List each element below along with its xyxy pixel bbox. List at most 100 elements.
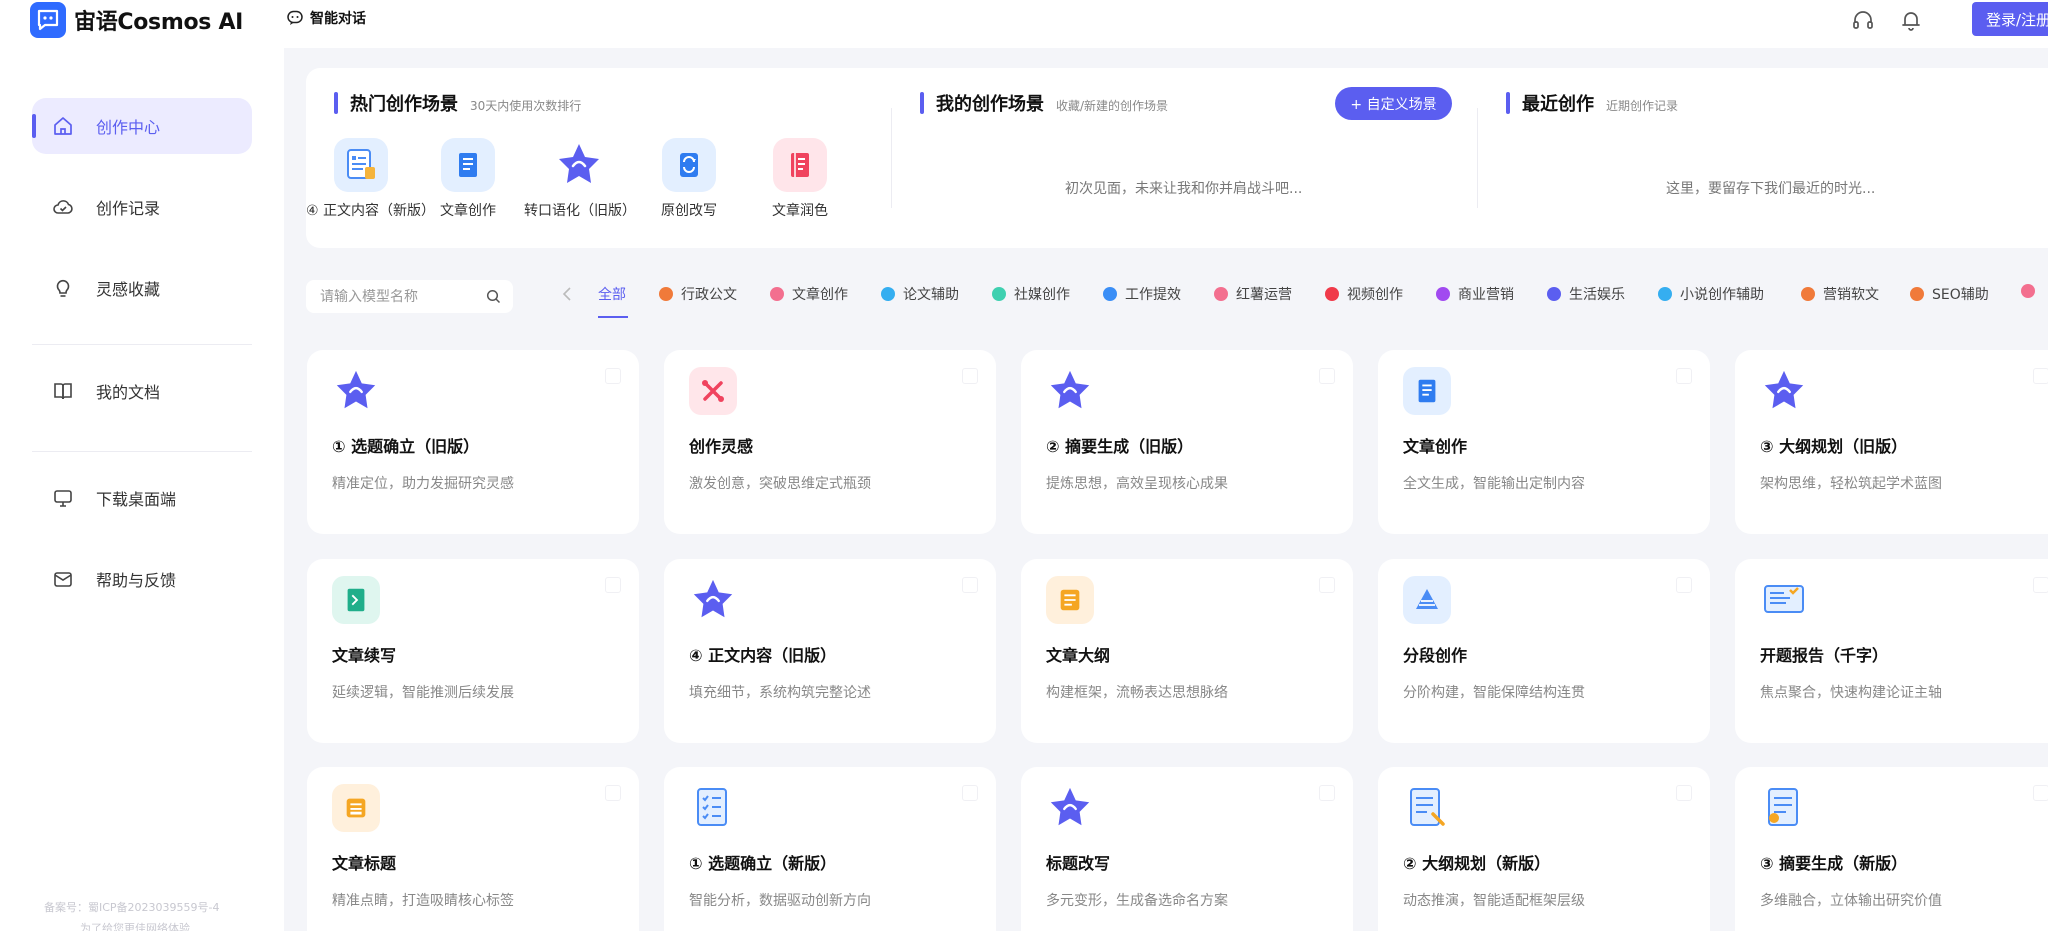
chevron-left-icon[interactable] bbox=[560, 286, 574, 302]
my-scenes-title: 我的创作场景 bbox=[936, 94, 1044, 115]
category-tab[interactable]: 商业营销 bbox=[1436, 284, 1514, 304]
red-book-icon bbox=[773, 138, 827, 192]
star-icon bbox=[1760, 367, 1808, 415]
sidebar-item-creation-records[interactable]: 创作记录 bbox=[32, 179, 252, 235]
card-title: ② 大纲规划（新版） bbox=[1403, 854, 1551, 873]
hot-scene-label: 文章创作 bbox=[440, 203, 496, 219]
card-title: ① 选题确立（新版） bbox=[689, 854, 837, 873]
hot-scene-item[interactable]: 文章创作 bbox=[413, 138, 523, 220]
category-tab[interactable]: SEO辅助 bbox=[1910, 284, 1989, 304]
scene-card[interactable]: ① 选题确立（新版） 智能分析，数据驱动创新方向 bbox=[664, 767, 996, 931]
card-title: 文章大纲 bbox=[1046, 646, 1111, 665]
scene-card[interactable]: ③ 大纲规划（旧版） 架构思维，轻松筑起学术蓝图 bbox=[1735, 350, 2048, 534]
hot-scene-label: 原创改写 bbox=[661, 203, 717, 219]
search-icon[interactable] bbox=[486, 289, 501, 304]
scene-card[interactable]: ③ 摘要生成（新版） 多维融合，立体输出研究价值 bbox=[1735, 767, 2048, 931]
card-title: 分段创作 bbox=[1403, 646, 1468, 665]
model-search[interactable] bbox=[306, 280, 513, 313]
scene-card[interactable]: 文章大纲 构建框架，流畅表达思想脉络 bbox=[1021, 559, 1353, 743]
book-icon bbox=[1403, 367, 1451, 415]
scene-card[interactable]: ① 选题确立（旧版） 精准定位，助力发掘研究灵感 bbox=[307, 350, 639, 534]
home-icon bbox=[54, 117, 72, 135]
book-icon bbox=[441, 138, 495, 192]
card-desc: 延续逻辑，智能推测后续发展 bbox=[332, 685, 514, 701]
category-tab[interactable]: 行政公文 bbox=[659, 284, 737, 304]
category-tab[interactable]: 小说创作辅助 bbox=[1658, 284, 1764, 304]
recent-subtitle: 近期创作记录 bbox=[1606, 99, 1679, 113]
scene-overview-panel: 热门创作场景 30天内使用次数排行 ④ 正文内容（新版） 文章创作 转口语化（旧… bbox=[306, 68, 2048, 248]
star-icon bbox=[689, 576, 737, 624]
sidebar-divider bbox=[32, 344, 252, 345]
scene-card[interactable]: ④ 正文内容（旧版） 填充细节，系统构筑完整论述 bbox=[664, 559, 996, 743]
card-desc: 多元变形，生成备选命名方案 bbox=[1046, 893, 1228, 909]
my-scenes-header: 我的创作场景 收藏/新建的创作场景 bbox=[920, 90, 1168, 116]
card-desc: 全文生成，智能输出定制内容 bbox=[1403, 476, 1585, 492]
scene-card[interactable]: 创作灵感 激发创意，突破思维定式瓶颈 bbox=[664, 350, 996, 534]
category-tab[interactable]: 文章创作 bbox=[770, 284, 848, 304]
card-title: 标题改写 bbox=[1046, 854, 1111, 873]
logo-icon bbox=[30, 2, 66, 38]
headset-icon[interactable] bbox=[1851, 8, 1875, 32]
category-tab[interactable]: 红薯运营 bbox=[1214, 284, 1292, 304]
smart-chat-link[interactable]: 智能对话 bbox=[286, 8, 366, 28]
category-tab[interactable]: 工作提效 bbox=[1103, 284, 1181, 304]
category-tab[interactable]: 论文辅助 bbox=[881, 284, 959, 304]
smart-chat-label: 智能对话 bbox=[310, 11, 366, 27]
category-tab[interactable]: 视频创作 bbox=[1325, 284, 1403, 304]
sidebar-item-label: 创作中心 bbox=[96, 118, 161, 137]
top-bar: 宙语Cosmos AI 智能对话 登录/注册 bbox=[0, 0, 2048, 48]
hot-scenes-header: 热门创作场景 30天内使用次数排行 bbox=[334, 90, 581, 116]
document-edit-icon bbox=[1403, 784, 1451, 832]
hot-scene-item[interactable]: 转口语化（旧版） bbox=[524, 138, 636, 220]
scene-card[interactable]: 文章标题 精准点睛，打造吸睛核心标签 bbox=[307, 767, 639, 931]
icp-record[interactable]: 备案号：蜀ICP备2023039559号-4 bbox=[44, 899, 220, 915]
hot-scenes-title: 热门创作场景 bbox=[350, 94, 458, 115]
pyramid-icon bbox=[1403, 576, 1451, 624]
category-tab[interactable]: 营销软文 bbox=[1801, 284, 1879, 304]
sidebar-item-download-desktop[interactable]: 下载桌面端 bbox=[32, 470, 252, 526]
card-title: ③ 摘要生成（新版） bbox=[1760, 854, 1908, 873]
category-tab[interactable]: 生活娱乐 bbox=[1547, 284, 1625, 304]
sidebar-item-help-feedback[interactable]: 帮助与反馈 bbox=[32, 551, 252, 607]
hot-scene-item[interactable]: 原创改写 bbox=[634, 138, 744, 220]
report-icon bbox=[1760, 576, 1808, 624]
card-desc: 多维融合，立体输出研究价值 bbox=[1760, 893, 1942, 909]
category-tab[interactable] bbox=[2021, 284, 2035, 298]
card-desc: 智能分析，数据驱动创新方向 bbox=[689, 893, 871, 909]
hot-scene-item[interactable]: 文章润色 bbox=[745, 138, 855, 220]
hot-scene-label: ④ 正文内容（新版） bbox=[306, 203, 436, 219]
sidebar-item-my-documents[interactable]: 我的文档 bbox=[32, 363, 252, 419]
recent-empty: 这里，要留存下我们最近的时光... bbox=[1666, 181, 1876, 197]
inspiration-icon bbox=[689, 367, 737, 415]
scene-card[interactable]: 分段创作 分阶构建，智能保障结构连贯 bbox=[1378, 559, 1710, 743]
card-desc: 填充细节，系统构筑完整论述 bbox=[689, 685, 871, 701]
panel-divider bbox=[1477, 108, 1478, 208]
scene-card[interactable]: 标题改写 多元变形，生成备选命名方案 bbox=[1021, 767, 1353, 931]
custom-scene-button[interactable]: + 自定义场景 bbox=[1335, 87, 1452, 120]
hot-scene-item[interactable]: ④ 正文内容（新版） bbox=[306, 138, 436, 220]
my-scenes-empty: 初次见面，未来让我和你并肩战斗吧... bbox=[1065, 181, 1303, 197]
sidebar-item-inspiration-favorites[interactable]: 灵感收藏 bbox=[32, 260, 252, 316]
card-title: 文章创作 bbox=[1403, 437, 1468, 456]
logo[interactable]: 宙语Cosmos AI bbox=[30, 2, 243, 38]
card-title: ① 选题确立（旧版） bbox=[332, 437, 480, 456]
bell-icon[interactable] bbox=[1899, 8, 1923, 32]
scene-card[interactable]: ② 大纲规划（新版） 动态推演，智能适配框架层级 bbox=[1378, 767, 1710, 931]
category-tab[interactable]: 社媒创作 bbox=[992, 284, 1070, 304]
my-scenes-subtitle: 收藏/新建的创作场景 bbox=[1056, 99, 1169, 113]
panel-divider bbox=[891, 108, 892, 208]
category-tab-all[interactable]: 全部 bbox=[598, 284, 626, 304]
book-icon bbox=[54, 383, 72, 400]
document-chart-icon bbox=[1760, 784, 1808, 832]
star-icon bbox=[332, 367, 380, 415]
scene-card[interactable]: 文章续写 延续逻辑，智能推测后续发展 bbox=[307, 559, 639, 743]
model-search-input[interactable] bbox=[320, 288, 490, 305]
scene-card[interactable]: ② 摘要生成（旧版） 提炼思想，高效呈现核心成果 bbox=[1021, 350, 1353, 534]
card-desc: 精准点睛，打造吸睛核心标签 bbox=[332, 893, 514, 909]
card-title: ④ 正文内容（旧版） bbox=[689, 646, 837, 665]
sidebar-item-label: 帮助与反馈 bbox=[96, 571, 177, 590]
login-button[interactable]: 登录/注册 bbox=[1972, 2, 2048, 36]
scene-card[interactable]: 文章创作 全文生成，智能输出定制内容 bbox=[1378, 350, 1710, 534]
scene-card[interactable]: 开题报告（千字） 焦点聚合，快速构建论证主轴 bbox=[1735, 559, 2048, 743]
sidebar-item-creation-center[interactable]: 创作中心 bbox=[32, 98, 252, 154]
